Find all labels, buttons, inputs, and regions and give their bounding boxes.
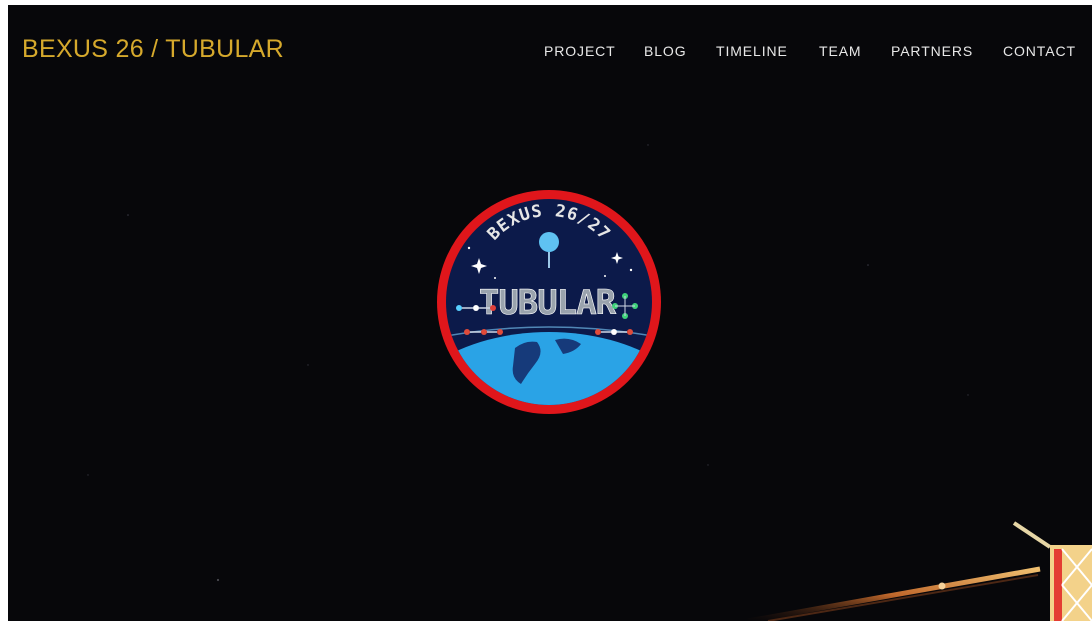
main-nav: PROJECT BLOG TIMELINE TEAM PARTNERS CONT… (8, 43, 1092, 63)
nav-item-team[interactable]: TEAM (819, 43, 862, 59)
nav-item-blog[interactable]: BLOG (644, 43, 687, 59)
nav-item-partners[interactable]: PARTNERS (891, 43, 973, 59)
nav-item-project[interactable]: PROJECT (544, 43, 616, 59)
nav-item-contact[interactable]: CONTACT (1003, 43, 1076, 59)
balloon-icon (539, 232, 559, 252)
launch-tower-image (747, 521, 1092, 621)
patch-wordmark: TUBULAR (479, 283, 617, 323)
nav-item-timeline[interactable]: TIMELINE (716, 43, 788, 59)
tubular-mission-patch: BEXUS 26/27 TUBULAR (437, 190, 661, 414)
hero-background: BEXUS 26 / TUBULAR PROJECT BLOG TIMELINE… (8, 5, 1092, 621)
